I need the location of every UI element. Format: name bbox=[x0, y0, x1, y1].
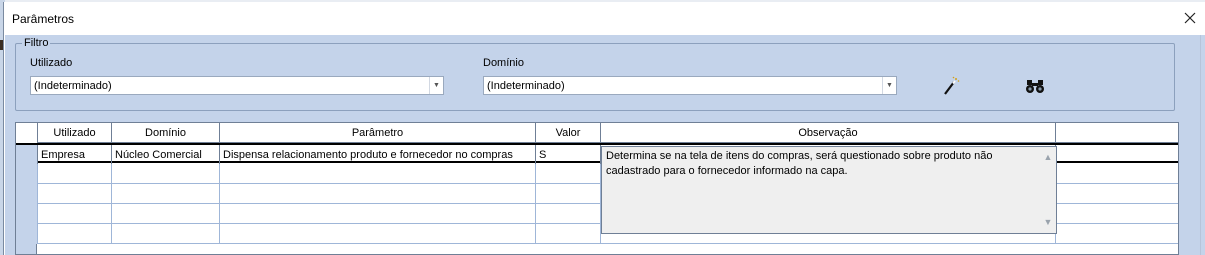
utilizado-combo-value: (Indeterminado) bbox=[34, 79, 112, 92]
cell-filler bbox=[1056, 204, 1178, 224]
cell-dominio[interactable] bbox=[112, 184, 220, 204]
cell-valor[interactable] bbox=[536, 164, 601, 184]
cell-parametro[interactable] bbox=[220, 184, 536, 204]
filter-groupbox: Filtro Utilizado (Indeterminado) ▼ Domín… bbox=[15, 37, 1175, 111]
cell-utilizado[interactable] bbox=[38, 204, 112, 224]
magic-wand-icon bbox=[944, 76, 960, 95]
cell-filler bbox=[1056, 184, 1178, 204]
column-header-filler bbox=[1056, 123, 1178, 143]
cell-dominio[interactable] bbox=[112, 164, 220, 184]
column-header-dominio[interactable]: Domínio bbox=[112, 123, 220, 143]
cell-valor[interactable] bbox=[536, 184, 601, 204]
utilizado-combo[interactable]: (Indeterminado) ▼ bbox=[30, 76, 444, 95]
column-header-valor[interactable]: Valor bbox=[536, 123, 601, 143]
cell-filler bbox=[1056, 164, 1178, 184]
clear-filter-button[interactable] bbox=[940, 75, 962, 97]
chevron-down-icon[interactable]: ▼ bbox=[429, 77, 443, 94]
cell-dominio[interactable] bbox=[112, 224, 220, 244]
parametros-dialog: Parâmetros Filtro Utilizado (Indetermina… bbox=[3, 2, 1205, 255]
cell-utilizado[interactable]: Empresa bbox=[38, 145, 112, 165]
scroll-up-icon[interactable]: ▲ bbox=[1044, 150, 1053, 165]
dominio-combo-value: (Indeterminado) bbox=[487, 79, 565, 92]
cell-valor[interactable] bbox=[536, 204, 601, 224]
row-indicator[interactable] bbox=[16, 145, 38, 165]
dominio-combo[interactable]: (Indeterminado) ▼ bbox=[483, 76, 897, 95]
observacao-memo-text: Determina se na tela de itens do compras… bbox=[606, 150, 993, 177]
cell-valor[interactable] bbox=[536, 224, 601, 244]
dialog-client-area: Filtro Utilizado (Indeterminado) ▼ Domín… bbox=[5, 35, 1200, 255]
row-indicator[interactable] bbox=[16, 204, 38, 224]
binoculars-icon bbox=[1026, 80, 1044, 93]
cell-dominio[interactable] bbox=[112, 204, 220, 224]
row-indicator[interactable] bbox=[16, 184, 38, 204]
scroll-down-icon[interactable]: ▼ bbox=[1044, 215, 1053, 230]
cell-utilizado[interactable] bbox=[38, 184, 112, 204]
window-title: Parâmetros bbox=[12, 12, 75, 26]
row-indicator[interactable] bbox=[16, 224, 38, 244]
dominio-label: Domínio bbox=[483, 57, 524, 69]
cell-utilizado[interactable] bbox=[38, 164, 112, 184]
utilizado-label: Utilizado bbox=[30, 57, 73, 69]
cell-utilizado[interactable] bbox=[38, 224, 112, 244]
cell-filler bbox=[1056, 145, 1178, 165]
dialog-right-edge bbox=[1200, 35, 1205, 255]
cell-valor[interactable]: S bbox=[536, 145, 601, 165]
column-header-utilizado[interactable]: Utilizado bbox=[38, 123, 112, 143]
chevron-down-icon[interactable]: ▼ bbox=[882, 77, 896, 94]
close-button[interactable] bbox=[1179, 7, 1201, 29]
cell-filler bbox=[1056, 224, 1178, 244]
cell-parametro[interactable]: Dispensa relacionamento produto e fornec… bbox=[220, 145, 536, 165]
cell-dominio[interactable]: Núcleo Comercial bbox=[112, 145, 220, 165]
observacao-memo-editor[interactable]: Determina se na tela de itens do compras… bbox=[601, 146, 1057, 234]
parameters-grid[interactable]: Utilizado Domínio Parâmetro Valor Observ… bbox=[15, 122, 1179, 255]
memo-scrollbar[interactable]: ▲ ▼ bbox=[1040, 147, 1056, 233]
column-header-parametro[interactable]: Parâmetro bbox=[220, 123, 536, 143]
cell-parametro[interactable] bbox=[220, 224, 536, 244]
filter-legend: Filtro bbox=[22, 37, 51, 49]
column-header-observacao[interactable]: Observação bbox=[601, 123, 1056, 143]
grid-corner-cell bbox=[16, 123, 38, 143]
close-icon bbox=[1184, 12, 1196, 24]
search-button[interactable] bbox=[1024, 75, 1046, 97]
row-indicator[interactable] bbox=[16, 164, 38, 184]
cell-parametro[interactable] bbox=[220, 204, 536, 224]
title-bar[interactable]: Parâmetros bbox=[4, 2, 1205, 35]
cell-parametro[interactable] bbox=[220, 164, 536, 184]
grid-header: Utilizado Domínio Parâmetro Valor Observ… bbox=[16, 123, 1178, 143]
